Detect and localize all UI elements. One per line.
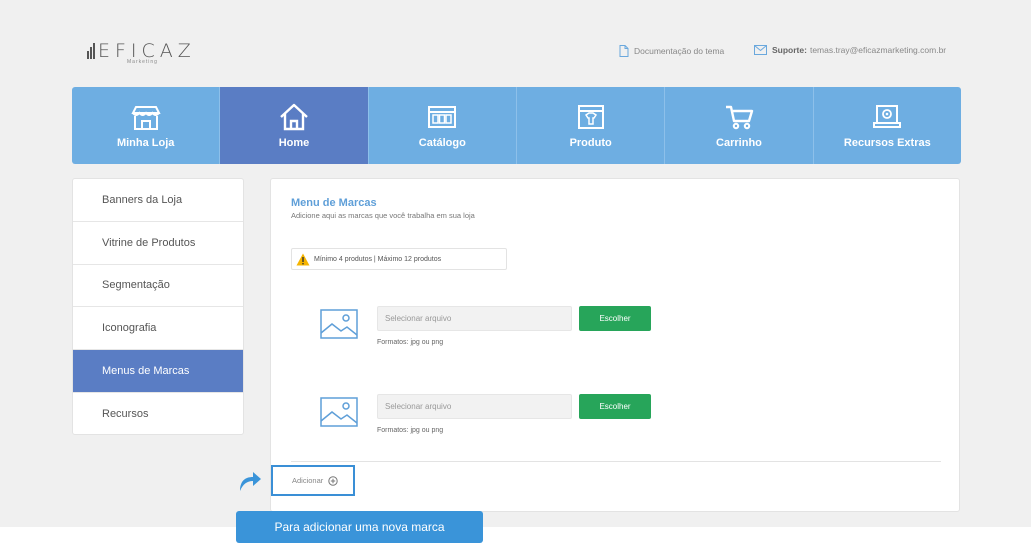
home-icon — [280, 103, 308, 130]
support-email: temas.tray@eficazmarketing.com.br — [809, 45, 947, 55]
extras-icon — [873, 104, 902, 128]
sidebar: Banners da Loja Vitrine de Produtos Segm… — [72, 178, 244, 435]
formats-hint: Formatos: jpg ou png — [377, 427, 444, 434]
nav-label: Carrinho — [716, 136, 762, 149]
nav-item-carrinho[interactable]: Carrinho — [665, 87, 814, 164]
support-info[interactable]: Suporte: temas.tray@eficazmarketing.com.… — [754, 45, 946, 55]
nav-item-home[interactable]: Home — [220, 87, 369, 164]
main-nav: Minha Loja Home Catálogo Produto Carrinh… — [72, 87, 961, 164]
nav-item-catalogo[interactable]: Catálogo — [369, 87, 517, 164]
product-icon — [577, 104, 604, 129]
nav-label: Recursos Extras — [843, 136, 931, 149]
store-icon — [131, 105, 161, 130]
add-label: Adicionar — [292, 476, 324, 485]
brand-upload-row: Selecionar arquivo Escolher Formatos: jp… — [271, 306, 961, 366]
nav-item-minha-loja[interactable]: Minha Loja — [72, 87, 221, 164]
plus-circle-icon — [328, 475, 338, 486]
page-subtitle: Adicione aqui as marcas que você trabalh… — [291, 211, 475, 220]
file-input[interactable]: Selecionar arquivo — [377, 306, 572, 331]
catalog-icon — [428, 105, 457, 128]
sidebar-item-banners[interactable]: Banners da Loja — [73, 179, 243, 222]
nav-label: Produto — [569, 136, 612, 149]
brand-menu-panel: Menu de Marcas Adicione aqui as marcas q… — [270, 178, 960, 512]
nav-label: Catálogo — [418, 136, 466, 149]
docs-link-label: Documentação do tema — [634, 46, 725, 56]
image-placeholder-icon — [320, 309, 358, 339]
nav-label: Home — [278, 136, 310, 149]
sidebar-item-vitrine[interactable]: Vitrine de Produtos — [73, 222, 243, 265]
divider — [291, 461, 941, 462]
choose-file-button[interactable]: Escolher — [579, 394, 651, 419]
formats-hint: Formatos: jpg ou png — [377, 339, 444, 346]
add-brand-button[interactable]: Adicionar — [271, 465, 355, 496]
sidebar-item-recursos[interactable]: Recursos — [73, 393, 243, 434]
warning-icon — [296, 253, 310, 265]
nav-label: Minha Loja — [116, 136, 175, 149]
notice-text: Mínimo 4 produtos | Máximo 12 produtos — [314, 255, 442, 263]
sidebar-item-iconografia[interactable]: Iconografia — [73, 307, 243, 351]
product-limit-notice: Mínimo 4 produtos | Máximo 12 produtos — [291, 248, 507, 270]
choose-file-button[interactable]: Escolher — [579, 306, 651, 331]
nav-item-produto[interactable]: Produto — [517, 87, 666, 164]
docs-link[interactable]: Documentação do tema — [619, 45, 724, 57]
sidebar-item-menus-de-marcas[interactable]: Menus de Marcas — [73, 350, 243, 393]
image-placeholder-icon — [320, 397, 358, 427]
nav-item-recursos-extras[interactable]: Recursos Extras — [814, 87, 961, 164]
brand-upload-row: Selecionar arquivo Escolher Formatos: jp… — [271, 394, 961, 454]
support-label: Suporte: — [772, 45, 807, 55]
logo-bars-icon — [87, 43, 95, 59]
brand-tagline: Marketing — [127, 59, 158, 65]
envelope-icon — [754, 45, 767, 55]
sidebar-item-segmentacao[interactable]: Segmentação — [73, 265, 243, 308]
cart-icon — [725, 105, 754, 129]
add-brand-tooltip: Para adicionar uma nova marca — [236, 511, 483, 543]
curved-arrow-icon — [240, 472, 261, 491]
document-icon — [619, 45, 629, 57]
file-input[interactable]: Selecionar arquivo — [377, 394, 572, 419]
page-title: Menu de Marcas — [291, 197, 377, 209]
